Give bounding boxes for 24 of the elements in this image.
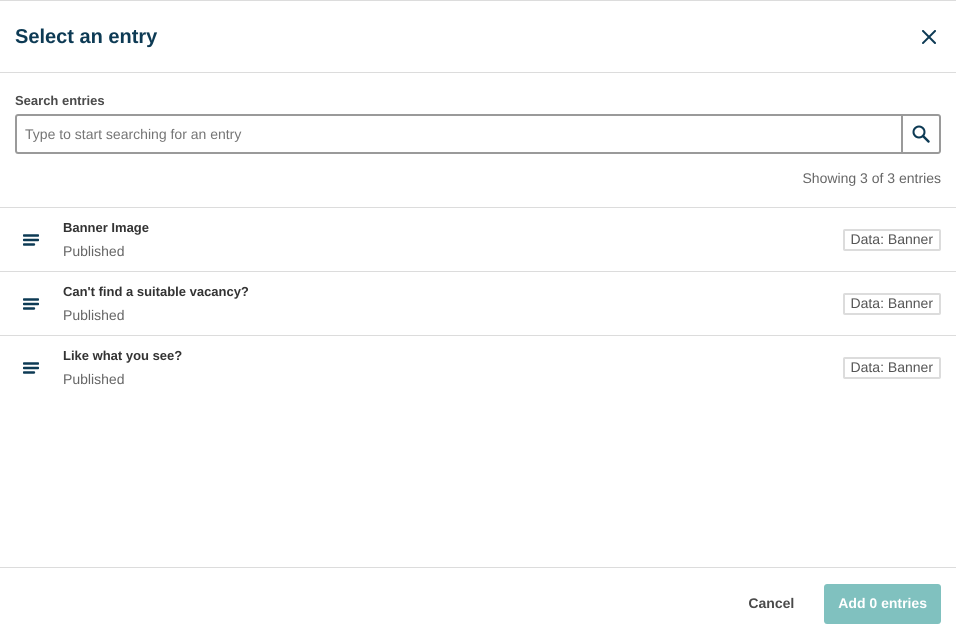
content-type-tag: Data: Banner [842,292,941,314]
dialog-title: Select an entry [15,24,158,50]
entry-row[interactable]: Can't find a suitable vacancy? Published Data: Banner [0,271,956,335]
search-field[interactable]: Type to start searching for an entry [15,114,901,154]
search-button[interactable] [901,114,941,154]
cancel-button[interactable]: Cancel [734,584,808,624]
content-type-tag: Data: Banner [842,228,941,250]
entry-row[interactable]: Banner Image Published Data: Banner [0,207,956,271]
text-lines-icon [23,298,39,310]
entry-status: Published [63,370,126,388]
search-icon [912,125,930,143]
text-lines-icon [23,362,39,374]
content-type-tag: Data: Banner [842,356,941,378]
close-icon [922,30,936,44]
close-button[interactable] [921,28,937,44]
result-count: Showing 3 of 3 entries [802,169,941,188]
search-label: Search entries [15,93,106,109]
text-lines-icon [23,234,39,246]
entry-row[interactable]: Like what you see? Published Data: Banner [0,335,956,399]
entry-status: Published [63,306,126,324]
entry-title: Like what you see? [63,348,184,364]
entry-title: Can't find a suitable vacancy? [63,284,250,300]
entry-status: Published [63,242,126,260]
entry-title: Banner Image [63,220,150,236]
